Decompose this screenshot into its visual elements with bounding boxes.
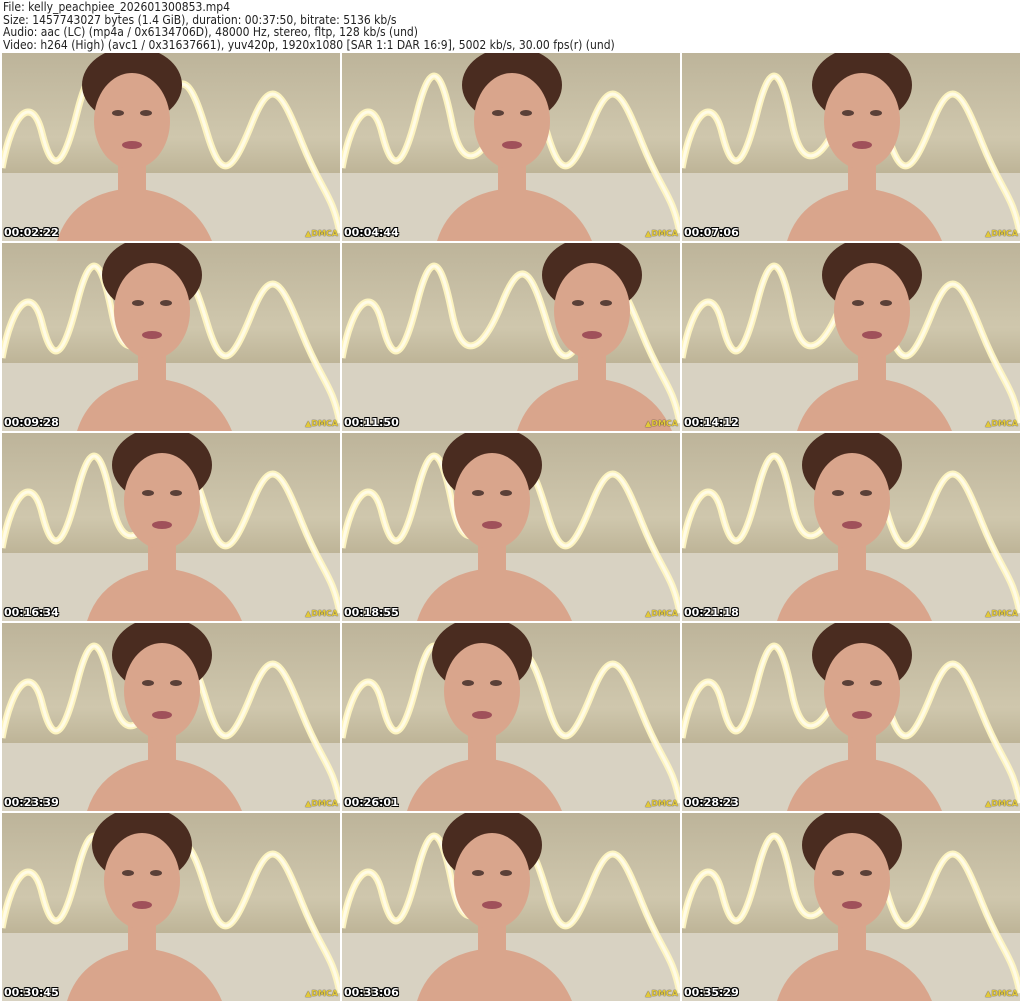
dmca-watermark: ▲DMCA	[305, 609, 338, 618]
video-thumbnail: 00:09:28 ▲DMCA	[2, 243, 340, 431]
video-info: Video: h264 (High) (avc1 / 0x31637661), …	[3, 37, 615, 52]
frame-image	[2, 813, 340, 1001]
video-thumbnail: 00:02:22 ▲DMCA	[2, 53, 340, 241]
dmca-watermark: ▲DMCA	[985, 609, 1018, 618]
video-thumbnail: 00:16:34 ▲DMCA	[2, 433, 340, 621]
video-thumbnail: 00:30:45 ▲DMCA	[2, 813, 340, 1001]
frame-image	[342, 813, 680, 1001]
video-thumbnail: 00:07:06 ▲DMCA	[682, 53, 1020, 241]
frame-image	[342, 623, 680, 811]
frame-image	[2, 623, 340, 811]
thumbnail-grid: 00:02:22 ▲DMCA 00:04:44 ▲DMCA 00:07:06 ▲…	[2, 53, 1022, 1001]
timestamp: 00:04:44	[344, 226, 399, 239]
timestamp: 00:33:06	[344, 986, 399, 999]
timestamp: 00:28:23	[684, 796, 739, 809]
video-thumbnail: 00:28:23 ▲DMCA	[682, 623, 1020, 811]
dmca-watermark: ▲DMCA	[645, 229, 678, 238]
audio-info: Audio: aac (LC) (mp4a / 0x6134706D), 480…	[3, 25, 418, 39]
timestamp: 00:21:18	[684, 606, 739, 619]
timestamp: 00:23:39	[4, 796, 59, 809]
video-thumbnail: 00:18:55 ▲DMCA	[342, 433, 680, 621]
frame-image	[682, 53, 1020, 241]
frame-image	[682, 623, 1020, 811]
video-thumbnail: 00:21:18 ▲DMCA	[682, 433, 1020, 621]
dmca-watermark: ▲DMCA	[645, 799, 678, 808]
timestamp: 00:26:01	[344, 796, 399, 809]
frame-image	[2, 433, 340, 621]
video-thumbnail: 00:14:12 ▲DMCA	[682, 243, 1020, 431]
file-name: File: kelly_peachpiee_202601300853.mp4	[3, 0, 231, 14]
dmca-watermark: ▲DMCA	[985, 799, 1018, 808]
dmca-watermark: ▲DMCA	[645, 419, 678, 428]
timestamp: 00:30:45	[4, 986, 59, 999]
timestamp: 00:14:12	[684, 416, 739, 429]
dmca-watermark: ▲DMCA	[985, 229, 1018, 238]
timestamp: 00:09:28	[4, 416, 59, 429]
video-thumbnail: 00:11:50 ▲DMCA	[342, 243, 680, 431]
timestamp: 00:35:29	[684, 986, 739, 999]
dmca-watermark: ▲DMCA	[985, 989, 1018, 998]
dmca-watermark: ▲DMCA	[305, 419, 338, 428]
frame-image	[342, 243, 680, 431]
dmca-watermark: ▲DMCA	[985, 419, 1018, 428]
dmca-watermark: ▲DMCA	[305, 799, 338, 808]
timestamp: 00:16:34	[4, 606, 59, 619]
timestamp: 00:11:50	[344, 416, 399, 429]
timestamp: 00:02:22	[4, 226, 59, 239]
video-thumbnail: 00:33:06 ▲DMCA	[342, 813, 680, 1001]
video-thumbnail: 00:35:29 ▲DMCA	[682, 813, 1020, 1001]
frame-image	[2, 243, 340, 431]
dmca-watermark: ▲DMCA	[645, 989, 678, 998]
frame-image	[342, 433, 680, 621]
dmca-watermark: ▲DMCA	[305, 229, 338, 238]
frame-image	[682, 433, 1020, 621]
dmca-watermark: ▲DMCA	[645, 609, 678, 618]
timestamp: 00:07:06	[684, 226, 739, 239]
frame-image	[342, 53, 680, 241]
video-thumbnail: 00:04:44 ▲DMCA	[342, 53, 680, 241]
file-info-header: File: kelly_peachpiee_202601300853.mp4 S…	[3, 1, 615, 51]
frame-image	[2, 53, 340, 241]
video-thumbnail: 00:23:39 ▲DMCA	[2, 623, 340, 811]
frame-image	[682, 813, 1020, 1001]
timestamp: 00:18:55	[344, 606, 399, 619]
video-thumbnail: 00:26:01 ▲DMCA	[342, 623, 680, 811]
frame-image	[682, 243, 1020, 431]
dmca-watermark: ▲DMCA	[305, 989, 338, 998]
